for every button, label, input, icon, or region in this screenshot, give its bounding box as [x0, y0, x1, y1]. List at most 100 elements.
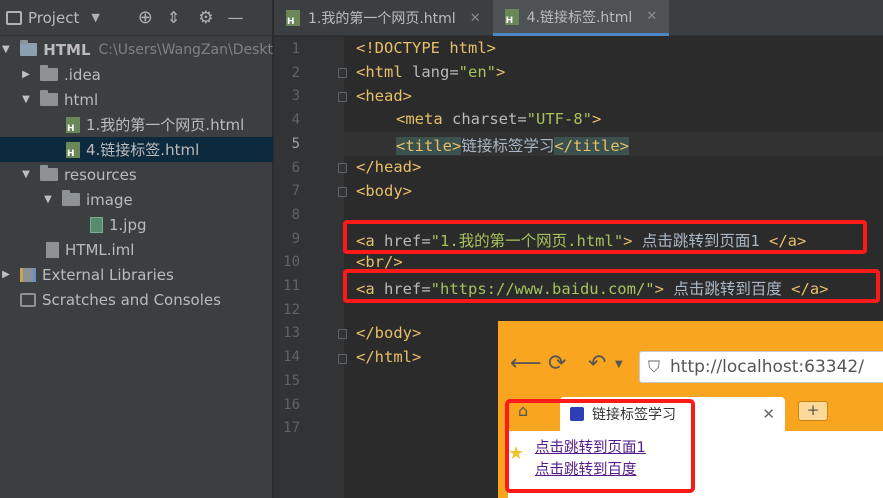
- chevron-down-icon[interactable]: ▼: [91, 11, 99, 24]
- highlight-box-browser: [505, 399, 695, 493]
- line-number: 4: [291, 112, 300, 129]
- tab-file-1[interactable]: 1.我的第一个网页.html ✕: [274, 0, 493, 36]
- project-view-title[interactable]: Project: [28, 9, 79, 27]
- fold-marker-icon[interactable]: [338, 187, 347, 197]
- fold-marker-icon[interactable]: [338, 329, 347, 339]
- libraries-icon: [20, 267, 36, 282]
- code-line-13: </body>: [356, 324, 421, 342]
- code-token: <html: [356, 63, 412, 81]
- tree-item-file-4[interactable]: 4.链接标签.html: [0, 137, 273, 162]
- collapse-icon[interactable]: ⇕: [167, 8, 180, 27]
- html-file-icon: [66, 141, 80, 159]
- chevron-right-icon[interactable]: ▶: [0, 269, 12, 280]
- tab-file-4[interactable]: 4.链接标签.html ✕: [492, 0, 670, 36]
- chevron-down-icon[interactable]: ▼: [0, 44, 12, 55]
- chevron-down-icon[interactable]: ▼: [20, 169, 32, 180]
- chevron-down-icon[interactable]: ▼: [20, 94, 32, 105]
- line-number: 2: [291, 64, 300, 81]
- line-number: 16: [283, 396, 300, 413]
- tree-item-html-folder[interactable]: ▼ html: [0, 87, 273, 112]
- fold-marker-icon[interactable]: [338, 92, 347, 102]
- chevron-right-icon[interactable]: ▶: [20, 69, 32, 80]
- address-url: http://localhost:63342/: [670, 357, 864, 377]
- code-line-5: <title>链接标签学习</title>: [396, 134, 629, 156]
- tree-item-image[interactable]: ▼ image: [0, 187, 273, 212]
- line-number: 3: [291, 88, 300, 105]
- line-number: 15: [283, 372, 300, 389]
- gear-icon[interactable]: ⚙: [198, 8, 213, 28]
- tree-item-resources[interactable]: ▼ resources: [0, 162, 273, 187]
- tree-item-label: .idea: [64, 65, 101, 84]
- new-tab-button[interactable]: +: [798, 401, 828, 421]
- reload-icon[interactable]: ⟳: [548, 351, 566, 376]
- tree-item-iml[interactable]: HTML.iml: [0, 237, 273, 262]
- tree-item-file-1[interactable]: 1.我的第一个网页.html: [0, 112, 273, 137]
- tab-label: 1.我的第一个网页.html: [308, 11, 456, 27]
- html-file-icon: [66, 116, 80, 134]
- tab-label: 4.链接标签.html: [526, 9, 633, 26]
- tree-item-label: 1.我的第一个网页.html: [86, 116, 245, 134]
- folder-icon: [62, 190, 80, 206]
- code-line-6: </head>: [356, 158, 421, 176]
- tree-item-html-module[interactable]: ▼ HTML C:\Users\WangZan\Deskt: [0, 37, 273, 62]
- chevron-down-icon[interactable]: ▼: [42, 194, 54, 205]
- close-icon[interactable]: ✕: [470, 11, 481, 26]
- tree-item-path: C:\Users\WangZan\Deskt: [98, 41, 273, 58]
- line-number: 5: [291, 135, 300, 152]
- undo-icon[interactable]: ↶: [588, 351, 606, 376]
- tree-item-jpg[interactable]: 1.jpg: [0, 212, 273, 237]
- code-token: "UTF-8": [526, 110, 592, 128]
- code-token: <title>: [396, 137, 462, 155]
- tree-item-external-libraries[interactable]: ▶ External Libraries: [0, 262, 273, 287]
- html-file-icon: [286, 10, 300, 27]
- code-token: >: [591, 110, 602, 128]
- close-icon[interactable]: ✕: [646, 9, 657, 24]
- project-view-icon[interactable]: [6, 10, 22, 25]
- code-line-4: <meta charset="UTF-8">: [396, 110, 601, 128]
- code-line-2: <html lang="en">: [356, 63, 505, 81]
- module-folder-icon: [19, 40, 38, 56]
- line-number: 11: [283, 278, 300, 294]
- code-token: >: [496, 63, 506, 81]
- line-number: 6: [291, 159, 300, 176]
- code-line-7: <body>: [356, 182, 412, 200]
- crosshair-icon[interactable]: ⊕: [138, 7, 153, 28]
- project-toolbar: Project ▼ ⊕ ⇕ ⚙ —: [0, 0, 272, 36]
- address-bar[interactable]: ⛉ http://localhost:63342/: [639, 351, 883, 383]
- iml-file-icon: [46, 241, 59, 258]
- line-number: 12: [283, 301, 300, 318]
- code-token: </title>: [554, 137, 629, 155]
- editor-tab-bar: 1.我的第一个网页.html ✕ 4.链接标签.html ✕: [274, 0, 883, 36]
- fold-marker-icon[interactable]: [338, 163, 347, 173]
- tree-item-label: HTML.iml: [65, 240, 135, 259]
- code-line-14: </html>: [356, 348, 421, 366]
- folder-icon: [40, 90, 58, 106]
- code-line-3: <head>: [356, 87, 412, 105]
- highlight-box-link-2: [343, 269, 880, 303]
- fold-marker-icon[interactable]: [338, 68, 347, 78]
- line-number: 13: [283, 325, 300, 342]
- tree-item-label: image: [86, 190, 133, 209]
- close-icon[interactable]: ✕: [762, 405, 775, 423]
- line-number: 1: [291, 41, 300, 57]
- folder-icon: [40, 165, 58, 181]
- tree-item-scratches[interactable]: Scratches and Consoles: [0, 287, 273, 312]
- code-token: charset=: [452, 110, 527, 128]
- code-token: </head>: [356, 158, 422, 176]
- line-number: 8: [291, 206, 300, 223]
- project-panel: Project ▼ ⊕ ⇕ ⚙ — ▼ HTML C:\Users\WangZa…: [0, 0, 273, 498]
- tree-item-idea[interactable]: ▶ .idea: [0, 62, 273, 87]
- code-token: <!DOCTYPE html>: [356, 39, 496, 57]
- back-arrow-icon[interactable]: ⟵: [510, 351, 542, 376]
- fold-marker-icon[interactable]: [338, 354, 347, 364]
- code-line-1: <!DOCTYPE html>: [356, 39, 496, 57]
- minimize-icon[interactable]: —: [228, 8, 244, 27]
- tree-item-label: 4.链接标签.html: [86, 141, 200, 159]
- scratches-icon: [20, 292, 36, 307]
- tree-item-label: 1.jpg: [109, 215, 147, 234]
- chevron-down-icon[interactable]: ▼: [615, 359, 623, 370]
- html-file-icon: [504, 8, 519, 26]
- tree-item-label: HTML: [43, 40, 91, 59]
- tree-item-label: External Libraries: [42, 265, 174, 284]
- tree-item-label: html: [64, 90, 99, 109]
